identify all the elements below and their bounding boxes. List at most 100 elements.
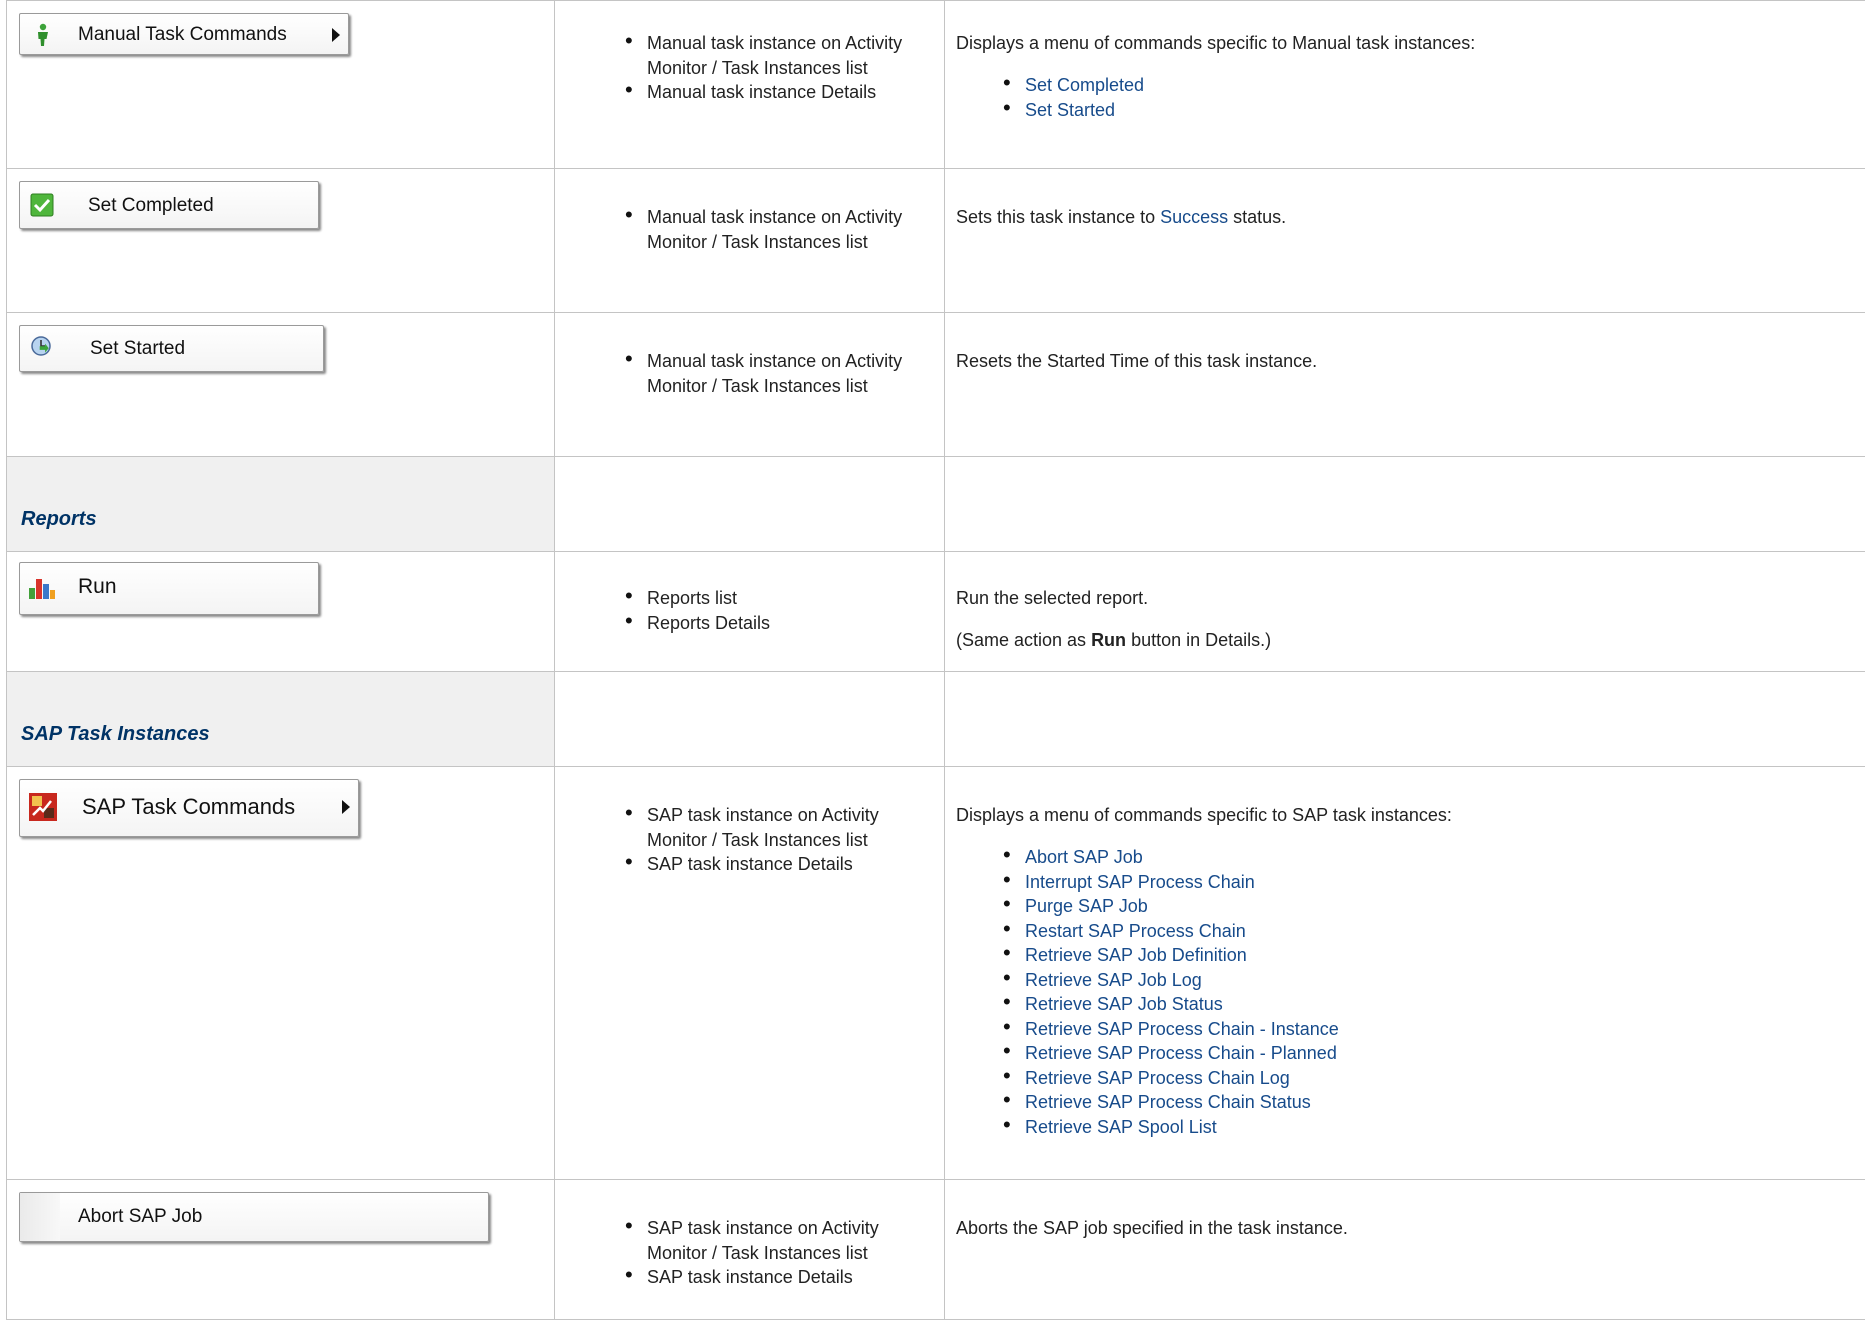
abort-sap-job-button[interactable]: Abort SAP Job	[19, 1192, 489, 1242]
link-retrieve-sap-process-chain-status[interactable]: Retrieve SAP Process Chain Status	[1003, 1088, 1865, 1115]
list-item: Manual task instance on Activity Monitor…	[625, 347, 917, 398]
button-label: SAP Task Commands	[82, 794, 296, 819]
note-bold: Run	[1091, 630, 1127, 650]
run-button[interactable]: Run	[19, 562, 319, 615]
description-text: Run the selected report.	[956, 588, 1149, 608]
link-retrieve-sap-job-log[interactable]: Retrieve SAP Job Log	[1003, 966, 1865, 993]
section-row: Reports	[6, 456, 1865, 552]
link-retrieve-sap-job-status[interactable]: Retrieve SAP Job Status	[1003, 990, 1865, 1017]
description-text: Displays a menu of commands specific to …	[956, 33, 1476, 53]
link-abort-sap-job[interactable]: Abort SAP Job	[1003, 843, 1865, 870]
button-label: Run	[78, 575, 117, 598]
commands-table: Manual Task Commands Manual task instanc…	[6, 0, 1865, 1320]
note-prefix: (Same action as	[956, 630, 1092, 650]
manual-task-person-icon	[38, 23, 48, 46]
table-row: Run Reports list Reports Details Run the…	[6, 551, 1865, 672]
set-started-button[interactable]: Set Started	[19, 325, 324, 372]
list-item: SAP task instance Details	[625, 1263, 917, 1290]
description-text: Displays a menu of commands specific to …	[956, 805, 1452, 825]
link-success[interactable]: Success	[1160, 207, 1228, 227]
link-set-started[interactable]: Set Started	[1003, 96, 1865, 123]
where-cell: Reports list Reports Details	[554, 551, 945, 672]
where-list: SAP task instance on Activity Monitor / …	[555, 801, 917, 877]
link-retrieve-sap-process-chain-log[interactable]: Retrieve SAP Process Chain Log	[1003, 1064, 1865, 1091]
command-link-list: Abort SAP Job Interrupt SAP Process Chai…	[945, 843, 1865, 1140]
list-item: Reports Details	[625, 609, 917, 636]
description-note: (Same action as Run button in Details.)	[956, 628, 1865, 652]
table-row: Abort SAP Job SAP task instance on Activ…	[6, 1179, 1865, 1320]
table-row: Manual Task Commands Manual task instanc…	[6, 0, 1865, 169]
command-cell: Set Started	[6, 312, 555, 457]
submenu-arrow-icon	[342, 800, 350, 814]
where-list: Manual task instance on Activity Monitor…	[555, 347, 917, 398]
table-row: Set Completed Manual task instance on Ac…	[6, 168, 1865, 313]
manual-task-commands-button[interactable]: Manual Task Commands	[19, 13, 349, 55]
link-set-completed[interactable]: Set Completed	[1003, 71, 1865, 98]
where-list: Reports list Reports Details	[555, 584, 917, 636]
bar-chart-icon	[29, 579, 55, 599]
description-text: Sets this task instance to Success statu…	[956, 205, 1865, 229]
button-label: Abort SAP Job	[78, 1206, 203, 1227]
description-cell: Sets this task instance to Success statu…	[944, 168, 1865, 313]
table-row: Set Started Manual task instance on Acti…	[6, 312, 1865, 457]
empty-cell	[554, 456, 945, 552]
link-interrupt-sap-process-chain[interactable]: Interrupt SAP Process Chain	[1003, 868, 1865, 895]
description-prefix: Sets this task instance to	[956, 207, 1161, 227]
link-retrieve-sap-job-definition[interactable]: Retrieve SAP Job Definition	[1003, 941, 1865, 968]
command-cell: Manual Task Commands	[6, 0, 555, 169]
description-cell: Run the selected report. (Same action as…	[944, 551, 1865, 672]
command-link-list: Set Completed Set Started	[945, 71, 1865, 123]
description-cell: Displays a menu of commands specific to …	[944, 766, 1865, 1180]
link-restart-sap-process-chain[interactable]: Restart SAP Process Chain	[1003, 917, 1865, 944]
list-item: Manual task instance on Activity Monitor…	[625, 29, 917, 80]
list-item: SAP task instance on Activity Monitor / …	[625, 801, 917, 852]
where-cell: Manual task instance on Activity Monitor…	[554, 168, 945, 313]
table-row: SAP Task Commands SAP task instance on A…	[6, 766, 1865, 1180]
section-title: SAP Task Instances	[21, 723, 210, 745]
list-item: SAP task instance on Activity Monitor / …	[625, 1214, 917, 1265]
sap-task-icon	[29, 793, 57, 821]
set-completed-button[interactable]: Set Completed	[19, 181, 319, 229]
section-title: Reports	[21, 508, 97, 530]
section-header-cell: Reports	[6, 456, 555, 552]
button-label: Set Completed	[88, 195, 214, 216]
where-list: Manual task instance on Activity Monitor…	[555, 29, 917, 105]
description-cell: Aborts the SAP job specified in the task…	[944, 1179, 1865, 1320]
description-text: Resets the Started Time of this task ins…	[956, 351, 1318, 371]
description-cell: Resets the Started Time of this task ins…	[944, 312, 1865, 457]
empty-cell	[554, 671, 945, 767]
where-cell: SAP task instance on Activity Monitor / …	[554, 1179, 945, 1320]
description-suffix: status.	[1228, 207, 1287, 227]
link-purge-sap-job[interactable]: Purge SAP Job	[1003, 892, 1865, 919]
where-cell: Manual task instance on Activity Monitor…	[554, 0, 945, 169]
clock-arrow-icon	[31, 336, 51, 356]
button-label: Manual Task Commands	[78, 24, 287, 45]
section-row: SAP Task Instances	[6, 671, 1865, 767]
description-text: Aborts the SAP job specified in the task…	[956, 1218, 1348, 1238]
section-header-cell: SAP Task Instances	[6, 671, 555, 767]
where-list: Manual task instance on Activity Monitor…	[555, 203, 917, 254]
command-cell: SAP Task Commands	[6, 766, 555, 1180]
where-cell: SAP task instance on Activity Monitor / …	[554, 766, 945, 1180]
empty-cell	[944, 671, 1865, 767]
where-cell: Manual task instance on Activity Monitor…	[554, 312, 945, 457]
button-label: Set Started	[90, 338, 186, 359]
green-check-icon	[30, 193, 54, 217]
link-retrieve-sap-process-chain-planned[interactable]: Retrieve SAP Process Chain - Planned	[1003, 1039, 1865, 1066]
empty-cell	[944, 456, 1865, 552]
command-cell: Set Completed	[6, 168, 555, 313]
where-list: SAP task instance on Activity Monitor / …	[555, 1214, 917, 1290]
command-cell: Run	[6, 551, 555, 672]
list-item: Manual task instance on Activity Monitor…	[625, 203, 917, 254]
submenu-arrow-icon	[332, 28, 340, 42]
link-retrieve-sap-spool-list[interactable]: Retrieve SAP Spool List	[1003, 1113, 1865, 1140]
note-suffix: button in Details.)	[1126, 630, 1272, 650]
sap-task-commands-button[interactable]: SAP Task Commands	[19, 779, 359, 837]
list-item: Reports list	[625, 584, 917, 611]
list-item: Manual task instance Details	[625, 78, 917, 105]
list-item: SAP task instance Details	[625, 850, 917, 877]
command-cell: Abort SAP Job	[6, 1179, 555, 1320]
description-cell: Displays a menu of commands specific to …	[944, 0, 1865, 169]
link-retrieve-sap-process-chain-instance[interactable]: Retrieve SAP Process Chain - Instance	[1003, 1015, 1865, 1042]
icon-strip	[20, 1193, 60, 1241]
